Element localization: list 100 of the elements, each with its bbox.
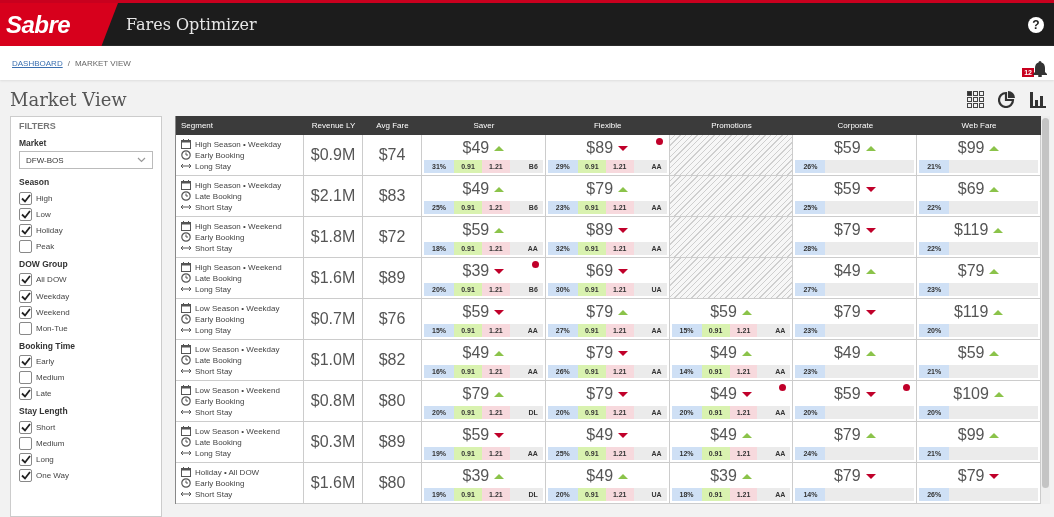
segment-label: Short Stay xyxy=(195,407,233,417)
table-cell: $0.7M xyxy=(304,299,363,340)
bell-icon xyxy=(1032,59,1048,77)
table-cell: $80 xyxy=(363,381,422,422)
segment-label: Short Stay xyxy=(195,202,233,212)
fare-price: $49 xyxy=(462,139,490,157)
filter-group-label: Season xyxy=(19,177,51,187)
fare-price: $49 xyxy=(462,180,490,198)
fare-price: $69 xyxy=(586,262,614,280)
column-header: Web Fare xyxy=(917,116,1041,135)
table-cell: $89 xyxy=(363,258,422,299)
filter-group-label: DOW Group xyxy=(19,258,69,269)
filter-group-label: Booking Time xyxy=(19,340,77,351)
segment-label: Holiday • All DOW xyxy=(195,467,260,477)
checkbox-label: Mon-Tue xyxy=(36,323,68,333)
calendar-icon xyxy=(181,385,191,395)
clock-icon xyxy=(181,273,191,283)
fare-price: $59 xyxy=(462,221,490,239)
column-header: Corporate xyxy=(793,116,918,135)
checkbox[interactable] xyxy=(19,371,32,385)
checkbox[interactable] xyxy=(19,305,32,319)
double-arrow-icon xyxy=(181,243,191,253)
fare-price: $79 xyxy=(957,262,985,280)
column-header: Flexible xyxy=(545,116,670,135)
calendar-icon xyxy=(181,426,191,436)
table-cell: $72 xyxy=(363,217,422,258)
checkbox[interactable] xyxy=(19,387,32,401)
segment-label: Low Season • Weekday xyxy=(195,303,280,313)
checkbox-label: Weekday xyxy=(36,291,70,301)
table-cell: $1.8M xyxy=(304,217,363,258)
fare-price: $59 xyxy=(957,344,985,362)
fare-price: $39 xyxy=(710,467,737,485)
checkbox[interactable] xyxy=(19,469,32,483)
segment-label: Early Booking xyxy=(195,232,245,242)
checkbox[interactable] xyxy=(19,355,32,369)
clock-icon xyxy=(181,150,191,160)
checkbox[interactable] xyxy=(19,273,32,287)
checkbox[interactable] xyxy=(19,436,32,450)
checkbox[interactable] xyxy=(19,321,32,335)
clock-icon xyxy=(181,437,191,447)
fare-price: $79 xyxy=(586,344,614,362)
fare-price: $49 xyxy=(710,426,737,444)
calendar-icon xyxy=(181,262,191,272)
table-cell: $0.3M xyxy=(304,422,363,463)
fare-price: $49 xyxy=(462,344,490,362)
breadcrumb-link[interactable]: DASHBOARD xyxy=(12,58,63,68)
calendar-icon xyxy=(181,139,191,149)
checkbox-label: Long xyxy=(36,455,54,465)
table-cell: $2.1M xyxy=(304,176,363,217)
checkbox-label: One Way xyxy=(36,471,70,481)
help-button[interactable]: ? xyxy=(1028,16,1044,33)
checkbox-label: All DOW xyxy=(36,275,67,285)
table-cell: $0.9M xyxy=(304,135,363,176)
clock-icon xyxy=(181,232,191,242)
checkbox[interactable] xyxy=(19,453,32,467)
segment-label: Low Season • Weekend xyxy=(195,385,280,395)
segment-label: High Season • Weekday xyxy=(195,139,282,149)
segment-label: Late Booking xyxy=(195,273,242,283)
segment-label: Early Booking xyxy=(195,150,245,160)
double-arrow-icon xyxy=(181,366,191,376)
fare-price: $39 xyxy=(462,467,490,485)
fare-price: $59 xyxy=(462,426,490,444)
fare-price: $49 xyxy=(710,385,737,403)
checkbox-label: Late xyxy=(36,389,52,399)
fare-price: $109 xyxy=(953,385,989,403)
fare-price: $49 xyxy=(833,344,861,362)
checkbox[interactable] xyxy=(19,420,32,434)
double-arrow-icon xyxy=(181,489,191,499)
fare-price: $79 xyxy=(462,385,490,403)
segment-label: Early Booking xyxy=(195,396,245,406)
checkbox[interactable] xyxy=(19,191,32,205)
fare-price: $79 xyxy=(586,303,614,321)
fare-price: $79 xyxy=(957,467,985,485)
table-cell: $89 xyxy=(363,422,422,463)
fare-price: $59 xyxy=(710,303,737,321)
clock-icon xyxy=(181,355,191,365)
filters-heading: FILTERS xyxy=(19,121,57,131)
app-title: Fares Optimizer xyxy=(126,15,257,34)
fare-price: $99 xyxy=(957,426,985,444)
pie-chart-icon xyxy=(998,90,1016,108)
table-cell: $1.0M xyxy=(304,340,363,381)
clock-icon xyxy=(181,478,191,488)
scrollbar-thumb[interactable] xyxy=(1042,118,1049,488)
checkbox[interactable] xyxy=(19,289,32,303)
segment-label: Low Season • Weekend xyxy=(195,426,280,436)
market-dropdown[interactable]: DFW-BOS xyxy=(19,151,153,169)
table-cell: $1.6M xyxy=(304,463,363,504)
segment-label: Low Season • Weekday xyxy=(195,344,280,354)
checkbox-label: High xyxy=(36,193,53,203)
chevron-down-icon xyxy=(137,157,146,163)
table-cell: $74 xyxy=(363,135,422,176)
checkbox-label: Short xyxy=(36,422,56,432)
checkbox[interactable] xyxy=(19,223,32,237)
fare-price: $59 xyxy=(462,303,490,321)
checkbox[interactable] xyxy=(19,207,32,221)
fare-price: $59 xyxy=(833,385,861,403)
scrollbar[interactable] xyxy=(1041,116,1050,504)
segment-label: Long Stay xyxy=(195,325,232,335)
segment-label: Early Booking xyxy=(195,478,245,488)
checkbox[interactable] xyxy=(19,240,32,254)
